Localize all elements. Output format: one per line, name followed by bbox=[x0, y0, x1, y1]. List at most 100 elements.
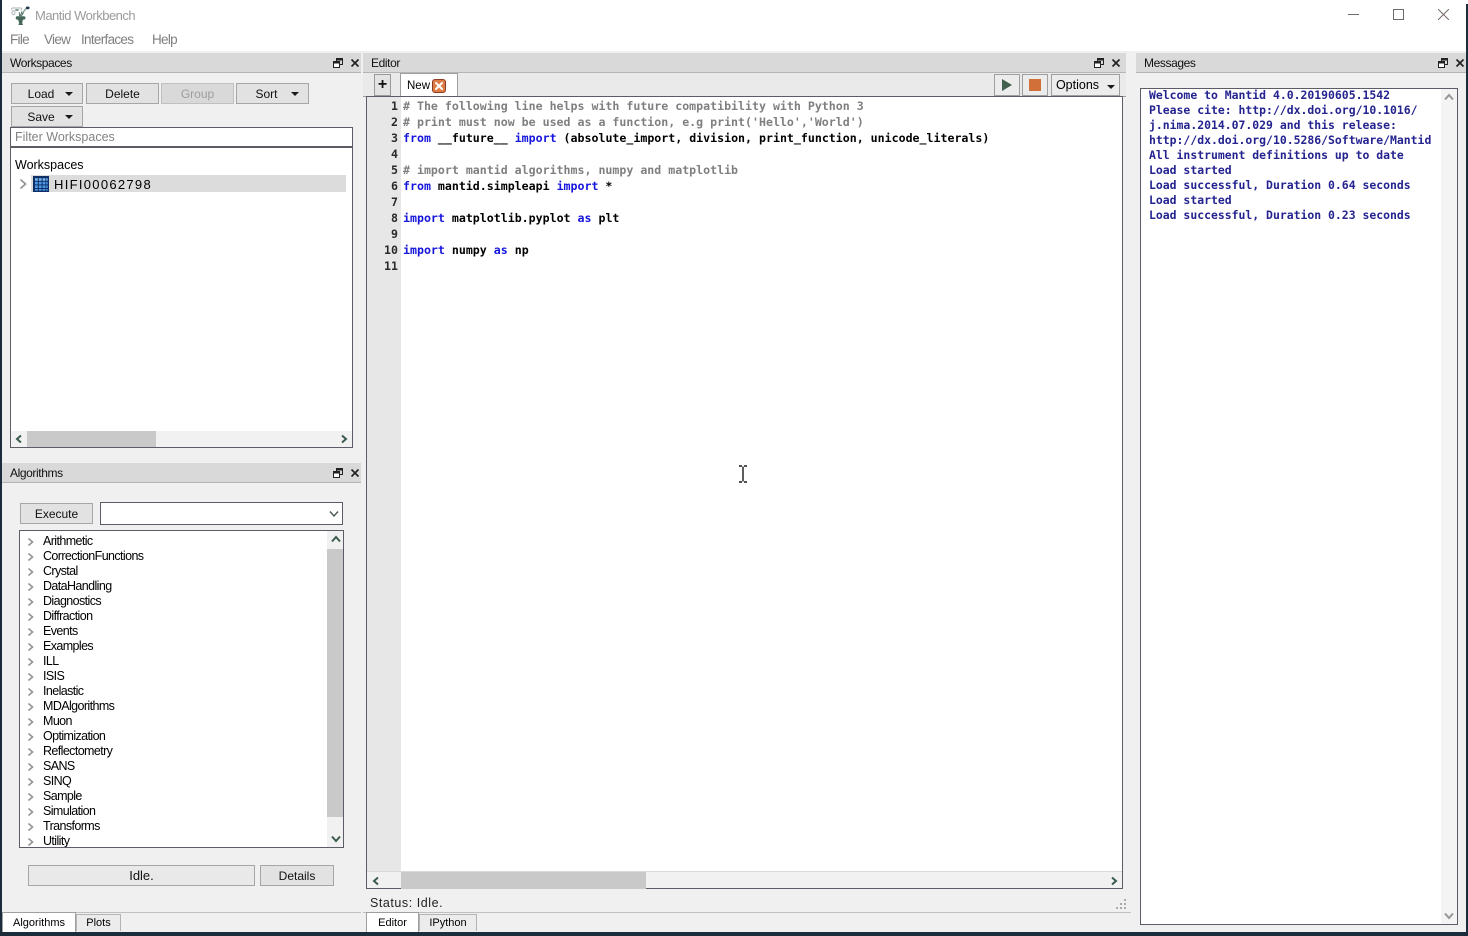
expand-chevron-icon bbox=[27, 777, 34, 787]
window-maximize-button[interactable] bbox=[1376, 0, 1421, 29]
float-panel-icon[interactable] bbox=[333, 468, 343, 478]
algorithm-category-isis[interactable]: ISIS bbox=[20, 669, 343, 684]
algorithm-category-events[interactable]: Events bbox=[20, 624, 343, 639]
messages-log[interactable]: Welcome to Mantid 4.0.20190605.1542Pleas… bbox=[1140, 88, 1458, 925]
algorithms-v-scrollbar-thumb[interactable] bbox=[327, 549, 343, 817]
stop-button[interactable] bbox=[1022, 74, 1048, 96]
algorithm-category-label: Diffraction bbox=[43, 609, 92, 623]
algorithm-category-datahandling[interactable]: DataHandling bbox=[20, 579, 343, 594]
code-line-1: # The following line helps with future c… bbox=[403, 99, 864, 113]
expand-chevron-icon[interactable] bbox=[18, 178, 28, 190]
workspace-item-label[interactable]: HIFI00062798 bbox=[54, 177, 152, 192]
algorithm-category-inelastic[interactable]: Inelastic bbox=[20, 684, 343, 699]
group-button[interactable]: Group bbox=[161, 83, 234, 104]
load-button[interactable]: Load bbox=[11, 83, 83, 104]
expand-chevron-icon bbox=[27, 657, 34, 667]
scroll-right-button[interactable] bbox=[1105, 872, 1122, 889]
size-grip-icon[interactable] bbox=[1115, 899, 1127, 911]
options-button[interactable]: Options bbox=[1051, 74, 1120, 96]
algorithm-category-reflectometry[interactable]: Reflectometry bbox=[20, 744, 343, 759]
scroll-down-button[interactable] bbox=[1441, 908, 1457, 924]
algorithm-categories-list[interactable]: ArithmeticCorrectionFunctionsCrystalData… bbox=[19, 530, 344, 848]
algorithm-category-muon[interactable]: Muon bbox=[20, 714, 343, 729]
expand-chevron-icon bbox=[27, 552, 34, 562]
center-tabbar-baseline bbox=[363, 912, 1131, 913]
workspaces-h-scrollbar-thumb[interactable] bbox=[27, 431, 156, 447]
algorithms-v-scrollbar[interactable] bbox=[327, 531, 343, 847]
scroll-down-button[interactable] bbox=[327, 831, 344, 847]
dock-tab-editor[interactable]: Editor bbox=[366, 912, 419, 932]
execute-button[interactable]: Execute bbox=[20, 503, 93, 524]
window-close-button[interactable] bbox=[1421, 0, 1466, 29]
code-editor[interactable]: 1234567891011 # The following line helps… bbox=[366, 96, 1123, 889]
scroll-right-icon bbox=[340, 434, 348, 444]
algorithm-category-sample[interactable]: Sample bbox=[20, 789, 343, 804]
float-panel-icon[interactable] bbox=[1438, 58, 1448, 68]
code-token-keyword: as bbox=[494, 243, 508, 257]
line-number: 11 bbox=[384, 259, 398, 273]
float-panel-icon[interactable] bbox=[1094, 58, 1104, 68]
expand-chevron-icon bbox=[27, 597, 34, 607]
algorithm-category-diffraction[interactable]: Diffraction bbox=[20, 609, 343, 624]
algorithm-category-ill[interactable]: ILL bbox=[20, 654, 343, 669]
details-button[interactable]: Details bbox=[260, 865, 334, 886]
algorithm-category-mdalgorithms[interactable]: MDAlgorithms bbox=[20, 699, 343, 714]
float-panel-icon[interactable] bbox=[333, 58, 343, 68]
menu-file[interactable]: File bbox=[10, 32, 29, 47]
algorithm-category-simulation[interactable]: Simulation bbox=[20, 804, 343, 819]
algorithm-category-label: Events bbox=[43, 624, 78, 638]
scroll-up-button[interactable] bbox=[327, 531, 344, 547]
algorithm-category-sans[interactable]: SANS bbox=[20, 759, 343, 774]
code-token-keyword: import bbox=[403, 211, 445, 225]
window-titlebar: Mantid Workbench bbox=[0, 0, 1468, 30]
close-panel-icon[interactable] bbox=[350, 58, 360, 68]
menu-interfaces[interactable]: Interfaces bbox=[81, 32, 133, 47]
dock-tab-plots[interactable]: Plots bbox=[76, 914, 121, 931]
message-line: All instrument definitions up to date bbox=[1149, 148, 1404, 162]
dock-tab-ipython[interactable]: IPython bbox=[419, 914, 477, 931]
delete-button[interactable]: Delete bbox=[86, 83, 159, 104]
algorithm-category-transforms[interactable]: Transforms bbox=[20, 819, 343, 834]
sort-button[interactable]: Sort bbox=[236, 83, 309, 104]
scroll-right-button[interactable] bbox=[336, 431, 352, 447]
run-button[interactable] bbox=[994, 74, 1020, 96]
scroll-left-button[interactable] bbox=[367, 872, 384, 889]
algorithm-category-optimization[interactable]: Optimization bbox=[20, 729, 343, 744]
messages-v-scrollbar[interactable] bbox=[1441, 89, 1457, 924]
close-panel-icon[interactable] bbox=[1111, 58, 1121, 68]
message-line: Welcome to Mantid 4.0.20190605.1542 bbox=[1149, 88, 1390, 102]
code-line-6: from mantid.simpleapi import * bbox=[403, 179, 612, 193]
expand-chevron-icon bbox=[27, 822, 34, 832]
algorithm-category-utility[interactable]: Utility bbox=[20, 834, 343, 848]
algorithm-category-correctionfunctions[interactable]: CorrectionFunctions bbox=[20, 549, 343, 564]
algorithm-category-crystal[interactable]: Crystal bbox=[20, 564, 343, 579]
tab-close-icon[interactable] bbox=[432, 79, 446, 93]
algorithm-category-arithmetic[interactable]: Arithmetic bbox=[20, 534, 343, 549]
tab-new[interactable]: New bbox=[400, 73, 458, 97]
workspaces-h-scrollbar[interactable] bbox=[11, 431, 352, 447]
new-tab-button[interactable]: + bbox=[374, 74, 391, 96]
scroll-right-icon bbox=[1110, 876, 1118, 886]
close-panel-icon[interactable] bbox=[1455, 58, 1465, 68]
workspaces-tree[interactable]: Workspaces HIFI00062798 bbox=[10, 147, 353, 448]
window-minimize-button[interactable] bbox=[1331, 0, 1376, 29]
save-button[interactable]: Save bbox=[11, 106, 83, 127]
menu-view[interactable]: View bbox=[44, 32, 70, 47]
algorithm-category-examples[interactable]: Examples bbox=[20, 639, 343, 654]
messages-panel-title: Messages bbox=[1144, 56, 1196, 70]
algorithm-search-combobox[interactable] bbox=[100, 502, 343, 525]
dock-tab-algorithms[interactable]: Algorithms bbox=[2, 912, 76, 932]
algorithm-category-diagnostics[interactable]: Diagnostics bbox=[20, 594, 343, 609]
algorithm-progress-bar: Idle. bbox=[28, 865, 255, 886]
algorithms-panel-title: Algorithms bbox=[10, 466, 63, 480]
editor-h-scrollbar-thumb[interactable] bbox=[401, 872, 646, 889]
editor-h-scrollbar[interactable] bbox=[367, 871, 1122, 888]
code-line-2: # print must now be used as a function, … bbox=[403, 115, 864, 129]
filter-workspaces-input[interactable] bbox=[10, 127, 353, 147]
algorithm-category-label: Optimization bbox=[43, 729, 105, 743]
close-panel-icon[interactable] bbox=[350, 468, 360, 478]
menu-help[interactable]: Help bbox=[152, 32, 177, 47]
scroll-left-button[interactable] bbox=[11, 431, 27, 447]
scroll-up-button[interactable] bbox=[1441, 89, 1457, 105]
algorithm-category-sinq[interactable]: SINQ bbox=[20, 774, 343, 789]
